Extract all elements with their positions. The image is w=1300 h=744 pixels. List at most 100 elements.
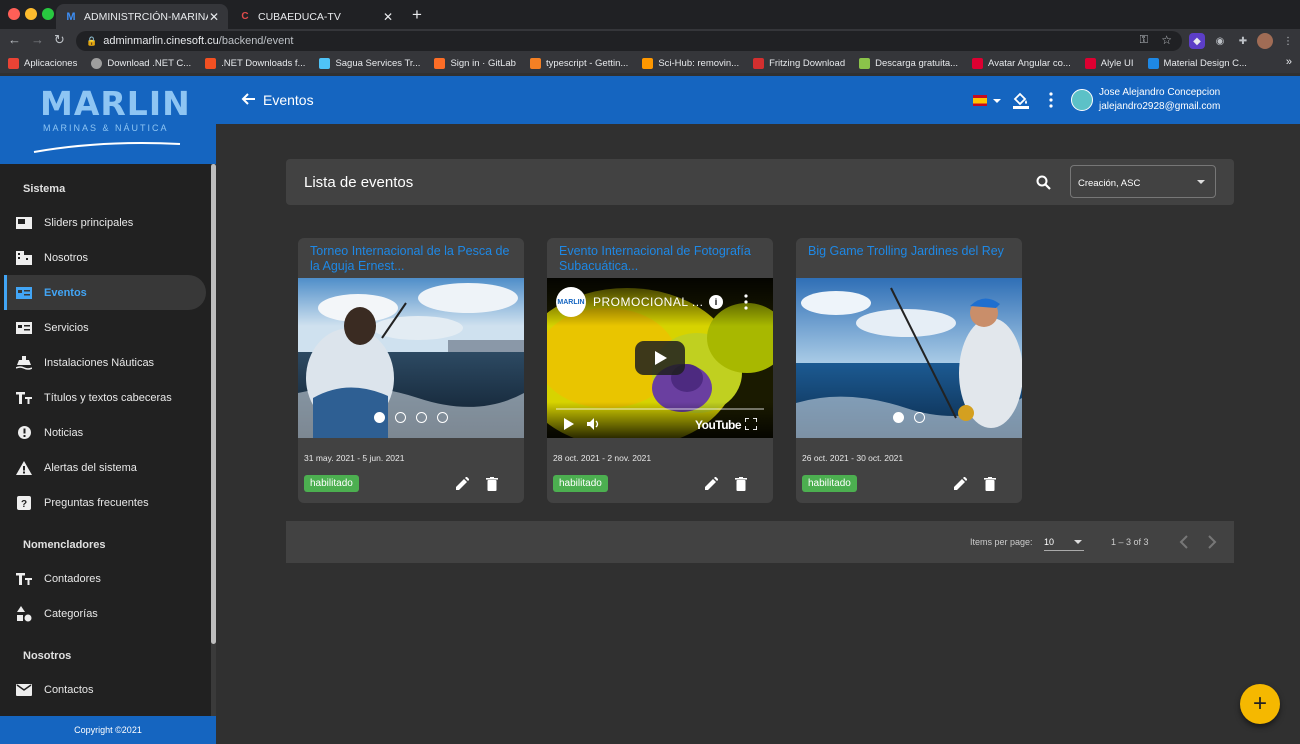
bookmark-item[interactable]: Descarga gratuita... bbox=[859, 57, 958, 69]
edit-icon[interactable] bbox=[704, 477, 718, 491]
star-icon[interactable]: ☆ bbox=[1161, 33, 1172, 47]
carousel-indicator[interactable] bbox=[298, 412, 524, 423]
window-minimize-button[interactable] bbox=[25, 8, 37, 20]
next-page-icon[interactable] bbox=[1207, 535, 1217, 549]
event-title[interactable]: Torneo Internacional de la Pesca de la A… bbox=[310, 244, 515, 274]
back-arrow-icon[interactable]: ← bbox=[8, 32, 21, 47]
sidebar-item-noticias[interactable]: Noticias bbox=[4, 415, 206, 450]
material-design-icon bbox=[1147, 57, 1159, 69]
fullscreen-icon[interactable] bbox=[745, 418, 757, 430]
brand-logo[interactable]: MARLIN MARINAS & NÁUTICA bbox=[0, 76, 216, 164]
event-image-carousel[interactable] bbox=[796, 278, 1022, 438]
volume-icon[interactable] bbox=[587, 418, 601, 430]
carousel-dot[interactable] bbox=[437, 412, 448, 423]
more-options-icon[interactable] bbox=[1048, 92, 1054, 108]
bookmark-item[interactable]: Alyle UI bbox=[1084, 57, 1134, 69]
youtube-logo[interactable]: YouTube bbox=[695, 418, 742, 432]
bookmark-item[interactable]: Material Design C... bbox=[1147, 57, 1247, 69]
new-tab-button[interactable]: + bbox=[412, 5, 422, 25]
bookmark-item[interactable]: Sci-Hub: removin... bbox=[642, 57, 739, 69]
key-icon[interactable]: ⚿ bbox=[1140, 34, 1148, 47]
extension-purple-icon[interactable]: ◆ bbox=[1189, 33, 1205, 49]
previous-page-icon[interactable] bbox=[1179, 535, 1189, 549]
delete-icon[interactable] bbox=[486, 477, 498, 491]
carousel-dot[interactable] bbox=[416, 412, 427, 423]
gitlab-icon bbox=[434, 57, 446, 69]
carousel-dot[interactable] bbox=[893, 412, 904, 423]
sidebar-item-categorias[interactable]: Categorías bbox=[4, 596, 206, 631]
sidebar-item-sliders[interactable]: Sliders principales bbox=[4, 205, 206, 240]
user-avatar[interactable] bbox=[1071, 89, 1093, 111]
channel-avatar[interactable]: MARLIN bbox=[556, 287, 586, 317]
play-icon[interactable] bbox=[563, 418, 575, 430]
carousel-dot[interactable] bbox=[395, 412, 406, 423]
user-email[interactable]: jalejandro2928@gmail.com bbox=[1099, 101, 1220, 112]
scrollbar-thumb[interactable] bbox=[211, 164, 216, 644]
tab-close-icon[interactable]: ✕ bbox=[208, 10, 220, 24]
browser-menu-icon[interactable]: ⋮ bbox=[1280, 33, 1296, 49]
bookmark-item[interactable]: Download .NET C... bbox=[91, 57, 191, 69]
event-title[interactable]: Evento Internacional de Fotografía Subac… bbox=[559, 244, 764, 274]
edit-icon[interactable] bbox=[953, 477, 967, 491]
sidebar-item-instalaciones[interactable]: Instalaciones Náuticas bbox=[4, 345, 206, 380]
sidebar-item-nosotros[interactable]: Nosotros bbox=[4, 240, 206, 275]
url-input[interactable]: 🔒 adminmarlin.cinesoft.cu /backend/event… bbox=[76, 31, 1182, 51]
bookmark-item[interactable]: Avatar Angular co... bbox=[972, 57, 1071, 69]
bookmarks-overflow-icon[interactable]: » bbox=[1286, 56, 1292, 68]
spain-flag-icon[interactable] bbox=[973, 95, 987, 106]
delete-icon[interactable] bbox=[984, 477, 996, 491]
window-zoom-button[interactable] bbox=[42, 8, 54, 20]
event-image-carousel[interactable] bbox=[298, 278, 524, 438]
microsoft-icon bbox=[205, 57, 217, 69]
bookmark-item[interactable]: Sign in · GitLab bbox=[434, 57, 516, 69]
extension-dog-icon[interactable]: ◉ bbox=[1212, 33, 1228, 49]
add-event-button[interactable]: + bbox=[1240, 684, 1280, 724]
sidebar-item-eventos[interactable]: Eventos bbox=[4, 275, 206, 310]
sort-value: Creación, ASC bbox=[1078, 178, 1141, 189]
bookmark-item[interactable]: .NET Downloads f... bbox=[205, 57, 305, 69]
language-dropdown-icon[interactable] bbox=[993, 99, 1001, 103]
event-card[interactable]: Big Game Trolling Jardines del Rey 26 oc… bbox=[796, 238, 1022, 503]
sidebar-item-servicios[interactable]: Servicios bbox=[4, 310, 206, 345]
sidebar-item-contadores[interactable]: Contadores bbox=[4, 561, 206, 596]
tab-close-icon[interactable]: ✕ bbox=[382, 10, 394, 24]
profile-avatar-icon[interactable] bbox=[1257, 33, 1273, 49]
play-button[interactable] bbox=[635, 341, 685, 375]
video-progress-bar[interactable] bbox=[556, 408, 764, 410]
video-more-icon[interactable] bbox=[743, 294, 749, 310]
event-card[interactable]: Torneo Internacional de la Pesca de la A… bbox=[298, 238, 524, 503]
user-name[interactable]: Jose Alejandro Concepcion bbox=[1099, 87, 1220, 98]
video-title[interactable]: PROMOCIONAL ... bbox=[593, 295, 703, 309]
sidebar-item-alertas[interactable]: Alertas del sistema bbox=[4, 450, 206, 485]
carousel-dot[interactable] bbox=[374, 412, 385, 423]
sidebar-item-titulos[interactable]: Títulos y textos cabeceras bbox=[4, 380, 206, 415]
event-title[interactable]: Big Game Trolling Jardines del Rey bbox=[808, 244, 1013, 274]
sort-select[interactable]: Creación, ASC bbox=[1070, 165, 1216, 198]
delete-icon[interactable] bbox=[735, 477, 747, 491]
event-video-player[interactable]: MARLIN PROMOCIONAL ... i YouTube bbox=[547, 278, 773, 438]
edit-icon[interactable] bbox=[455, 477, 469, 491]
puzzle-icon[interactable]: ✚ bbox=[1235, 33, 1251, 49]
browser-tab-cubaeduca[interactable]: C CUBAEDUCA-TV ✕ bbox=[230, 4, 402, 29]
chevron-down-icon bbox=[1074, 540, 1082, 544]
back-arrow-icon[interactable] bbox=[240, 91, 256, 107]
bookmark-item[interactable]: typescript - Gettin... bbox=[529, 57, 628, 69]
forward-arrow-icon[interactable]: → bbox=[31, 32, 44, 47]
items-per-page-select[interactable]: 10 bbox=[1044, 532, 1084, 551]
search-icon[interactable] bbox=[1036, 175, 1051, 190]
browser-tab-admin[interactable]: M ADMINISTRCIÓN-MARINAS-M ✕ bbox=[56, 4, 228, 29]
window-close-button[interactable] bbox=[8, 8, 20, 20]
sidebar-item-preguntas[interactable]: ? Preguntas frecuentes bbox=[4, 485, 206, 520]
bookmark-item[interactable]: Sagua Services Tr... bbox=[319, 57, 420, 69]
sidebar-scrollbar[interactable] bbox=[211, 164, 216, 716]
sidebar-item-contactos[interactable]: Contactos bbox=[4, 672, 206, 707]
app-toolbar: Eventos Jose Alejandro Concepcion jaleja… bbox=[216, 76, 1300, 124]
bookmark-item[interactable]: Aplicaciones bbox=[8, 57, 77, 69]
event-card[interactable]: Evento Internacional de Fotografía Subac… bbox=[547, 238, 773, 503]
carousel-dot[interactable] bbox=[914, 412, 925, 423]
bookmark-item[interactable]: Fritzing Download bbox=[753, 57, 845, 69]
reload-icon[interactable]: ↻ bbox=[54, 32, 65, 48]
info-icon[interactable]: i bbox=[709, 295, 723, 309]
paint-bucket-icon[interactable] bbox=[1012, 91, 1030, 109]
carousel-indicator[interactable] bbox=[796, 412, 1022, 423]
